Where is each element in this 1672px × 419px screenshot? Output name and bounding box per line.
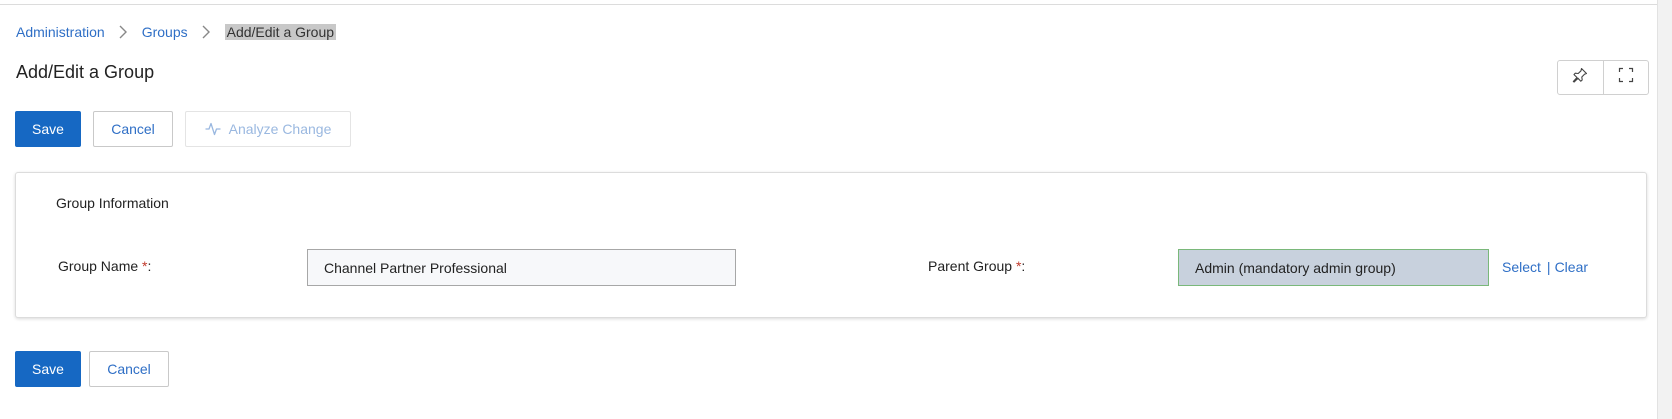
analyze-change-button[interactable]: Analyze Change	[185, 111, 351, 147]
breadcrumb-current: Add/Edit a Group	[224, 24, 337, 40]
pulse-icon	[205, 122, 221, 136]
parent-group-actions: Select | Clear	[1502, 259, 1588, 275]
page-title: Add/Edit a Group	[16, 62, 155, 82]
chevron-right-icon	[119, 25, 128, 39]
save-button[interactable]: Save	[15, 111, 81, 147]
expand-button[interactable]	[1602, 61, 1649, 94]
clear-link[interactable]: Clear	[1555, 259, 1588, 275]
group-information-panel: Group Information Group Name *: Parent G…	[15, 172, 1647, 318]
pin-icon	[1572, 67, 1588, 88]
link-separator: |	[1546, 259, 1551, 275]
breadcrumb-groups[interactable]: Groups	[142, 24, 188, 40]
select-link[interactable]: Select	[1502, 259, 1541, 275]
breadcrumb: Administration Groups Add/Edit a Group	[16, 22, 337, 42]
parent-group-field[interactable]	[1178, 249, 1489, 286]
parent-group-label: Parent Group *:	[928, 258, 1026, 274]
pin-button[interactable]	[1558, 61, 1603, 94]
chevron-right-icon	[202, 25, 211, 39]
cancel-button[interactable]: Cancel	[93, 111, 173, 147]
scrollbar-track[interactable]	[1657, 0, 1672, 419]
group-name-label: Group Name *:	[58, 258, 152, 274]
expand-icon	[1618, 67, 1634, 88]
breadcrumb-administration[interactable]: Administration	[16, 24, 105, 40]
top-border	[0, 0, 1658, 5]
group-name-input[interactable]	[307, 249, 736, 286]
cancel-button-bottom[interactable]: Cancel	[89, 351, 169, 387]
save-button-bottom[interactable]: Save	[15, 351, 81, 387]
analyze-change-label: Analyze Change	[228, 121, 332, 137]
panel-title: Group Information	[56, 195, 169, 211]
view-toolbar	[1557, 60, 1649, 95]
